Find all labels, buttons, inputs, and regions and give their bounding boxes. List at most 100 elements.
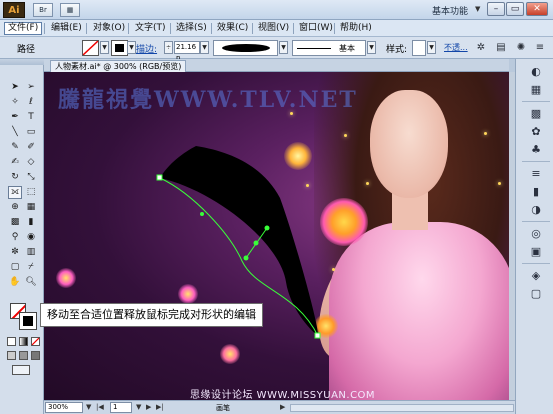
free-transform-tool-icon[interactable]: ⬚ [24, 186, 38, 199]
stroke-color-indicator[interactable] [19, 312, 37, 330]
stroke-panel-link[interactable]: 描边: [136, 42, 157, 55]
brush-dropdown-arrow[interactable]: ▼ [279, 41, 288, 54]
toolbox-grip[interactable] [0, 59, 44, 65]
artboard-tool-icon[interactable]: ▢ [8, 261, 22, 274]
magic-wand-tool-icon[interactable]: ✧ [8, 96, 22, 109]
draw-normal-button[interactable] [7, 351, 16, 360]
fill-color-swatch[interactable] [82, 40, 99, 56]
graphic-styles-panel-icon[interactable]: ▣ [528, 245, 544, 259]
swatches-panel-icon[interactable]: ▩ [528, 107, 544, 121]
fill-dropdown-arrow[interactable]: ▼ [100, 41, 109, 54]
zoom-level-field[interactable]: 300% [45, 402, 83, 413]
menu-window[interactable]: 窗口(W) [296, 22, 336, 35]
stroke-weight-stepper[interactable]: ÷ [164, 41, 173, 54]
rectangle-tool-icon[interactable]: ▭ [24, 126, 38, 139]
screen-mode-button[interactable] [12, 365, 30, 375]
selection-tool-icon[interactable]: ➤ [8, 81, 22, 94]
line-segment-tool-icon[interactable]: ╲ [8, 126, 22, 139]
column-graph-tool-icon[interactable]: ▥ [24, 246, 38, 259]
none-mode-button[interactable] [31, 337, 40, 346]
pencil-tool-icon[interactable]: ✐ [24, 141, 38, 154]
menu-type[interactable]: 文字(T) [132, 22, 169, 35]
last-artboard-icon[interactable]: ▶| [156, 403, 164, 411]
graphic-style-swatch[interactable] [412, 40, 426, 56]
gradient-tool-icon[interactable]: ▮ [24, 216, 38, 229]
variable-width-profile-select[interactable]: 基本 [292, 40, 366, 56]
bridge-link-icon[interactable]: ✺ [514, 41, 528, 55]
draw-behind-button[interactable] [19, 351, 28, 360]
color-panel-icon[interactable]: ◐ [528, 65, 544, 79]
anchor-point[interactable] [314, 332, 321, 339]
stroke-dropdown-arrow[interactable]: ▼ [127, 41, 136, 54]
width-point[interactable] [253, 240, 259, 246]
lasso-tool-icon[interactable]: ℓ [24, 96, 38, 109]
next-artboard-icon[interactable]: ▶ [146, 403, 151, 411]
workspace-switcher[interactable]: 基本功能 [432, 4, 468, 17]
perspective-grid-tool-icon[interactable]: ▦ [24, 201, 38, 214]
hand-tool-icon[interactable]: ✋ [8, 276, 22, 289]
blend-tool-icon[interactable]: ◉ [24, 231, 38, 244]
maximize-button[interactable]: ▭ [506, 2, 524, 16]
document-tab[interactable]: 人物素材.ai* @ 300% (RGB/预览) [50, 60, 187, 72]
horizontal-scrollbar[interactable] [290, 404, 514, 412]
stroke-panel-icon[interactable]: ≡ [528, 167, 544, 181]
menu-effect[interactable]: 效果(C) [214, 22, 251, 35]
artboards-panel-icon[interactable]: ▢ [528, 287, 544, 301]
menu-file[interactable]: 文件(F) [4, 22, 43, 35]
blob-brush-tool-icon[interactable]: ✍ [8, 156, 22, 169]
brushes-panel-icon[interactable]: ✿ [528, 125, 544, 139]
stroke-weight-input[interactable]: 21.16 p [174, 41, 200, 62]
direct-selection-tool-icon[interactable]: ➢ [24, 81, 38, 94]
eraser-tool-icon[interactable]: ◇ [24, 156, 38, 169]
scale-tool-icon[interactable]: ⤡ [24, 171, 38, 184]
width-tool-icon[interactable]: ⟗ [8, 186, 22, 199]
color-mode-button[interactable] [7, 337, 16, 346]
width-handle-point[interactable] [243, 255, 249, 261]
recolor-artwork-icon[interactable]: ✲ [474, 41, 488, 55]
transparency-panel-icon[interactable]: ◑ [528, 203, 544, 217]
color-guide-icon[interactable]: ▦ [528, 83, 544, 97]
style-dropdown-arrow[interactable]: ▼ [427, 41, 436, 54]
stroke-weight-dropdown[interactable]: ▼ [200, 41, 209, 54]
zoom-dropdown-arrow[interactable]: ▼ [86, 403, 91, 411]
anchor-point[interactable] [156, 174, 163, 181]
bridge-button[interactable]: Br [33, 3, 53, 17]
minimize-button[interactable]: – [487, 2, 505, 16]
layers-panel-icon[interactable]: ◈ [528, 269, 544, 283]
symbols-panel-icon[interactable]: ♣ [528, 143, 544, 157]
artboard-number-field[interactable]: 1 [110, 402, 132, 413]
opacity-panel-link[interactable]: 不透... [444, 42, 468, 53]
slice-tool-icon[interactable]: ⌿ [24, 261, 38, 274]
panel-menu-icon[interactable]: ≡ [533, 41, 547, 55]
zoom-tool-icon[interactable]: 🔍︎ [24, 276, 38, 289]
stroke-color-swatch[interactable] [111, 40, 128, 56]
shape-builder-tool-icon[interactable]: ⊕ [8, 201, 22, 214]
chevron-down-icon[interactable]: ▼ [475, 5, 480, 13]
status-menu-arrow[interactable]: ▶ [280, 403, 285, 411]
first-artboard-icon[interactable]: |◀ [96, 403, 104, 411]
width-handle-point[interactable] [264, 225, 270, 231]
gradient-mode-button[interactable] [19, 337, 28, 346]
type-tool-icon[interactable]: T [24, 111, 38, 124]
path-point[interactable] [200, 212, 204, 216]
mesh-tool-icon[interactable]: ▩ [8, 216, 22, 229]
artboard-dropdown-arrow[interactable]: ▼ [136, 403, 141, 411]
draw-inside-button[interactable] [31, 351, 40, 360]
paintbrush-tool-icon[interactable]: ✎ [8, 141, 22, 154]
eyedropper-tool-icon[interactable]: ⚲ [8, 231, 22, 244]
pen-tool-icon[interactable]: ✒ [8, 111, 22, 124]
profile-dropdown-arrow[interactable]: ▼ [367, 41, 376, 54]
menu-help[interactable]: 帮助(H) [337, 22, 375, 35]
arrange-documents-button[interactable]: ▦ [60, 3, 80, 17]
menu-select[interactable]: 选择(S) [173, 22, 210, 35]
menu-edit[interactable]: 编辑(E) [48, 22, 85, 35]
menu-view[interactable]: 视图(V) [255, 22, 292, 35]
gradient-panel-icon[interactable]: ▮ [528, 185, 544, 199]
appearance-panel-icon[interactable]: ◎ [528, 227, 544, 241]
close-button[interactable]: ✕ [526, 2, 548, 16]
menu-object[interactable]: 对象(O) [90, 22, 128, 35]
isolate-object-icon[interactable]: ▤ [494, 41, 508, 55]
brush-definition-select[interactable] [213, 40, 278, 56]
rotate-tool-icon[interactable]: ↻ [8, 171, 22, 184]
symbol-sprayer-tool-icon[interactable]: ✼ [8, 246, 22, 259]
